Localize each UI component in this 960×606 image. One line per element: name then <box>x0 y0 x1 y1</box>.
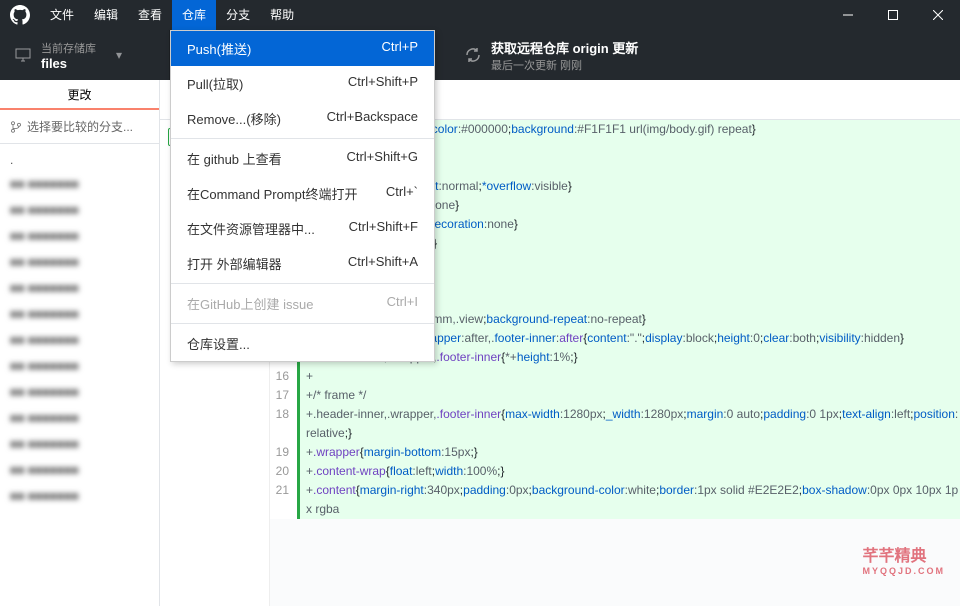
fetch-origin-button[interactable]: 获取远程仓库 origin 更新最后一次更新 刚刚 <box>450 30 960 80</box>
window-controls <box>825 0 960 30</box>
file-row[interactable]: ■■ ■■■■■■■ <box>0 353 159 379</box>
current-repo-button[interactable]: 当前存储库files ▾ <box>0 30 170 80</box>
file-row[interactable]: ■■ ■■■■■■■ <box>0 431 159 457</box>
repo-menu-dropdown: Push(推送)Ctrl+PPull(拉取)Ctrl+Shift+PRemove… <box>170 30 435 362</box>
toolbar: 当前存储库files ▾ 获取远程仓库 origin 更新最后一次更新 刚刚 <box>0 30 960 80</box>
file-row[interactable]: ■■ ■■■■■■■ <box>0 327 159 353</box>
menu-item[interactable]: 在文件资源管理器中...Ctrl+Shift+F <box>171 211 434 246</box>
file-row[interactable]: ■■ ■■■■■■■ <box>0 249 159 275</box>
menu-item[interactable]: 仓库设置... <box>171 326 434 361</box>
file-row[interactable]: ■■ ■■■■■■■ <box>0 457 159 483</box>
menubar: 文件编辑查看仓库分支帮助 <box>40 0 304 30</box>
close-button[interactable] <box>915 0 960 30</box>
file-row[interactable]: ■■ ■■■■■■■ <box>0 301 159 327</box>
desktop-icon <box>15 47 31 63</box>
maximize-button[interactable] <box>870 0 915 30</box>
git-branch-icon <box>10 121 22 133</box>
sync-icon <box>465 47 481 63</box>
github-logo-icon <box>10 5 30 25</box>
sidebar: 更改 选择要比较的分支... .■■ ■■■■■■■■■ ■■■■■■■■■ ■… <box>0 80 160 606</box>
menu-编辑[interactable]: 编辑 <box>84 0 128 30</box>
menu-文件[interactable]: 文件 <box>40 0 84 30</box>
menu-查看[interactable]: 查看 <box>128 0 172 30</box>
menu-帮助[interactable]: 帮助 <box>260 0 304 30</box>
file-row[interactable]: ■■ ■■■■■■■ <box>0 197 159 223</box>
file-row[interactable]: ■■ ■■■■■■■ <box>0 275 159 301</box>
chevron-down-icon: ▾ <box>116 48 122 62</box>
file-row[interactable]: ■■ ■■■■■■■ <box>0 379 159 405</box>
menu-item[interactable]: 在GitHub上创建 issueCtrl+I <box>171 286 434 321</box>
file-row[interactable]: ■■ ■■■■■■■ <box>0 171 159 197</box>
file-row[interactable]: ■■ ■■■■■■■ <box>0 223 159 249</box>
menu-item[interactable]: Remove...(移除)Ctrl+Backspace <box>171 101 434 136</box>
menu-item[interactable]: 在 github 上查看Ctrl+Shift+G <box>171 141 434 176</box>
file-list: .■■ ■■■■■■■■■ ■■■■■■■■■ ■■■■■■■■■ ■■■■■■… <box>0 144 159 514</box>
file-row[interactable]: ■■ ■■■■■■■ <box>0 483 159 509</box>
menu-分支[interactable]: 分支 <box>216 0 260 30</box>
menu-item[interactable]: 在Command Prompt终端打开Ctrl+` <box>171 176 434 211</box>
file-row[interactable]: . <box>0 149 159 171</box>
branch-selector[interactable]: 选择要比较的分支... <box>0 110 159 144</box>
minimize-button[interactable] <box>825 0 870 30</box>
menu-item[interactable]: 打开 外部编辑器Ctrl+Shift+A <box>171 246 434 281</box>
menu-item[interactable]: Push(推送)Ctrl+P <box>171 31 434 66</box>
titlebar: 文件编辑查看仓库分支帮助 <box>0 0 960 30</box>
file-row[interactable]: ■■ ■■■■■■■ <box>0 405 159 431</box>
tab-changes[interactable]: 更改 <box>0 80 159 110</box>
menu-仓库[interactable]: 仓库 <box>172 0 216 30</box>
menu-item[interactable]: Pull(拉取)Ctrl+Shift+P <box>171 66 434 101</box>
